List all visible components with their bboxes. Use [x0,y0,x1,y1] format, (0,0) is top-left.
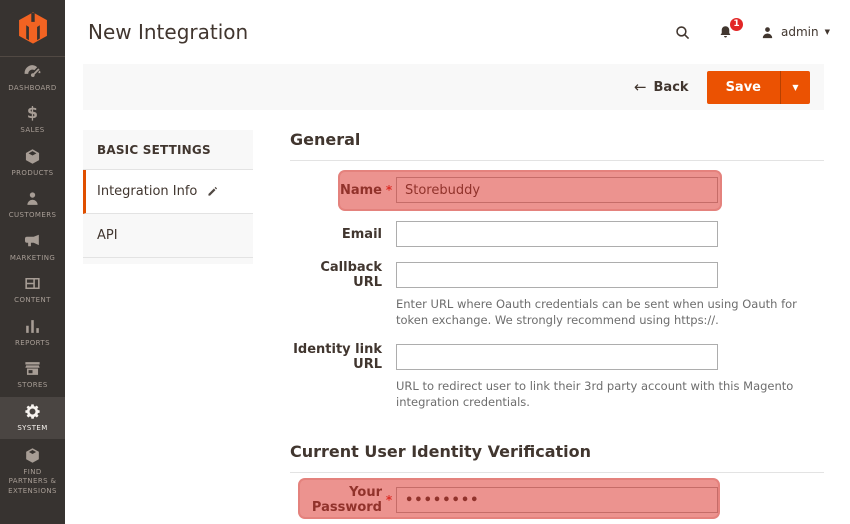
sidebar-item-label: MARKETING [9,253,56,262]
email-label: Email [341,226,382,242]
back-label: Back [653,79,689,95]
sidebar-item-customers[interactable]: CUSTOMERS [0,184,65,226]
tab-label: API [97,228,118,243]
tab-label: Integration Info [97,184,198,199]
callback-url-label: Callback URL [320,260,382,290]
notifications-bell-icon[interactable]: 1 [717,16,744,41]
sidebar-item-label: CONTENT [14,296,51,305]
identity-field-group: Identity link URL URL to redirect user t… [290,342,824,410]
save-dropdown-button[interactable]: ▼ [780,70,810,104]
basic-settings-header: BASIC SETTINGS [83,130,253,170]
sidebar-item-label: DASHBOARD [8,84,57,92]
sidebar-item-label: SYSTEM [17,423,48,432]
settings-nav-panel: BASIC SETTINGS Integration Info API [83,130,253,264]
sidebar: DASHBOARD $ SALES PRODUCTS CUSTOMERS MAR… [0,0,65,524]
admin-username: admin [781,25,819,39]
section-title-identity-verification: Current User Identity Verification [290,442,824,474]
save-button[interactable]: Save [706,70,780,104]
identity-field-row: Identity link URL [290,342,824,372]
name-input[interactable] [396,177,718,203]
identity-link-url-note: URL to redirect user to link their 3rd p… [396,379,794,410]
products-icon [25,149,40,164]
sidebar-item-label: CUSTOMERS [8,211,57,220]
sidebar-item-label: STORES [17,381,48,390]
customers-icon [27,192,38,206]
tab-api[interactable]: API [83,214,253,258]
required-marker: * [385,493,393,508]
chevron-down-icon: ▼ [824,28,830,36]
tab-integration-info[interactable]: Integration Info [83,170,253,214]
required-marker: * [385,183,393,197]
sidebar-item-dashboard[interactable]: DASHBOARD [0,57,65,99]
save-split-button: Save ▼ [706,70,810,104]
reports-icon [26,319,39,333]
sidebar-item-find-partners[interactable]: FIND PARTNERS & EXTENSIONS [0,441,65,502]
magento-logo[interactable] [0,0,65,57]
dashboard-icon [24,65,41,78]
callback-url-note: Enter URL where Oauth credentials can be… [396,297,797,328]
sidebar-item-label: SALES [20,126,45,135]
integration-form: General Name * Email Callback URL [290,130,824,520]
sidebar-item-system[interactable]: SYSTEM [0,396,65,439]
sidebar-item-content[interactable]: CONTENT [0,269,65,311]
search-icon[interactable] [674,24,691,41]
avatar [762,26,773,38]
notification-badge: 1 [729,16,744,32]
action-toolbar: ← Back Save ▼ [83,64,824,110]
email-input[interactable] [396,221,718,247]
section-title-general: General [290,130,824,161]
identity-link-url-label: Identity link URL [293,342,382,373]
sidebar-item-marketing[interactable]: MARKETING [0,227,65,269]
main-pane: New Integration 1 admin ▼ ← Back Save ▼ … [65,0,850,524]
sidebar-item-products[interactable]: PRODUCTS [0,142,65,184]
page-content: BASIC SETTINGS Integration Info API Gene… [65,110,850,520]
magento-admin-app: DASHBOARD $ SALES PRODUCTS CUSTOMERS MAR… [0,0,850,524]
sidebar-item-label: FIND PARTNERS & EXTENSIONS [8,467,57,495]
your-password-input[interactable] [396,487,718,514]
content-icon [25,278,40,290]
header-actions: 1 admin ▼ [674,16,830,41]
marketing-icon [24,234,39,246]
sidebar-item-sales[interactable]: $ SALES [0,99,65,141]
sidebar-item-reports[interactable]: REPORTS [0,312,65,354]
page-header: New Integration 1 admin ▼ [65,0,850,64]
identity-link-url-input[interactable] [396,344,718,371]
stores-icon [25,362,40,375]
name-label: Name [339,182,382,198]
sidebar-item-label: PRODUCTS [11,168,54,177]
sidebar-item-label: REPORTS [15,338,50,347]
magento-logo-icon [18,12,47,44]
admin-menu[interactable]: admin ▼ [760,25,830,40]
page-title: New Integration [88,20,249,44]
your-password-label: Your Password [311,485,382,516]
password-field-row: Your Password * [290,478,824,520]
callback-url-input[interactable] [396,262,718,288]
sidebar-item-stores[interactable]: STORES [0,354,65,396]
callback-field-row: Callback URL [290,260,824,290]
gear-icon [25,403,40,419]
sales-icon: $ [26,103,39,123]
name-field-row: Name * [290,170,824,211]
gift-box-icon [26,448,39,463]
back-arrow-icon: ← [633,78,647,96]
email-field-row: Email [290,221,824,247]
pencil-icon [208,186,218,196]
callback-field-group: Callback URL Enter URL where Oauth crede… [290,260,824,328]
back-button[interactable]: ← Back [634,78,689,96]
